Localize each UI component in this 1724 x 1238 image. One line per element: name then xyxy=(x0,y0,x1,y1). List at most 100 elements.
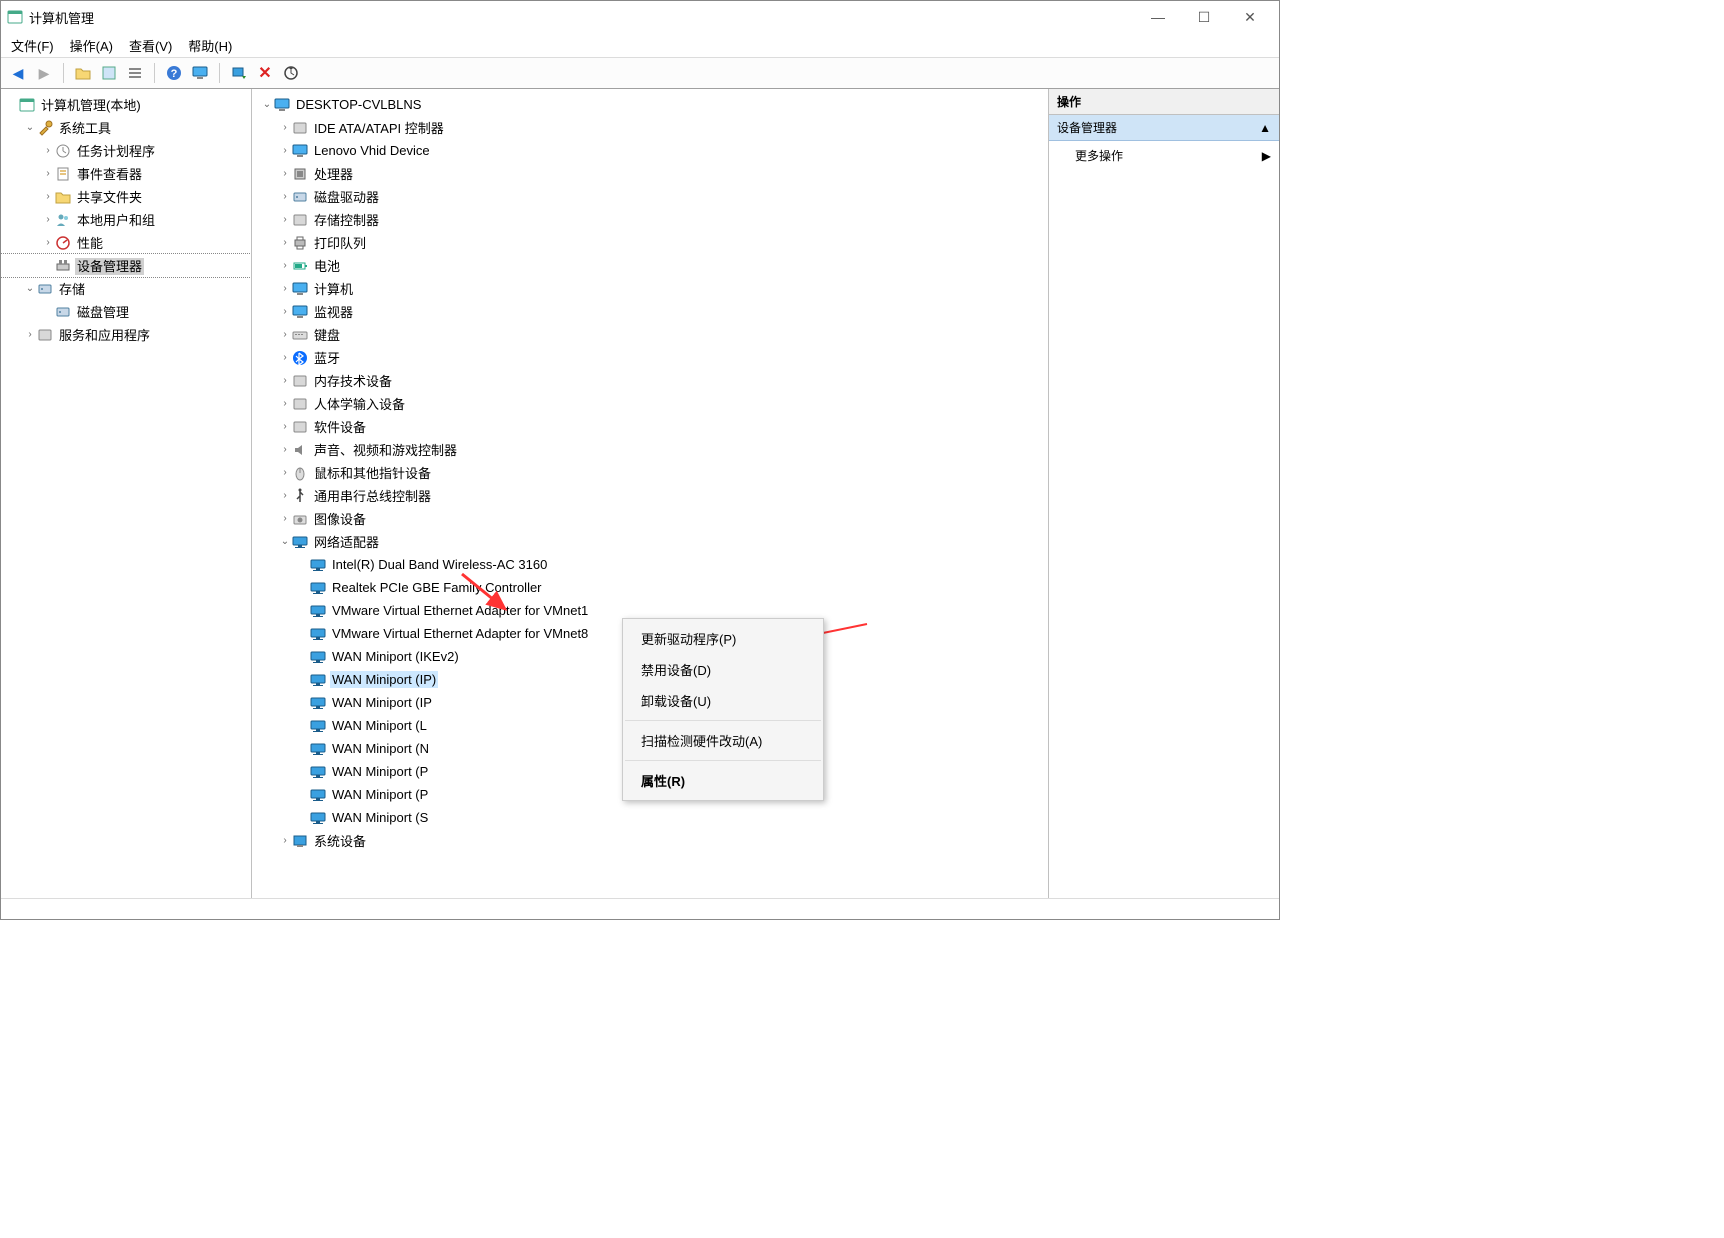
left-tree-pane[interactable]: 计算机管理(本地)⌄系统工具›任务计划程序›事件查看器›共享文件夹›本地用户和组… xyxy=(1,89,252,898)
tree-row[interactable]: WAN Miniport (S xyxy=(252,806,1048,829)
tree-row[interactable]: › 蓝牙 xyxy=(252,346,1048,369)
tree-row[interactable]: ›性能 xyxy=(1,231,251,254)
expander-icon[interactable]: ⌄ xyxy=(23,121,37,135)
menu-view[interactable]: 查看(V) xyxy=(129,36,172,55)
tree-row[interactable]: ⌄DESKTOP-CVLBLNS xyxy=(252,93,1048,116)
ctx-properties[interactable]: 属性(R) xyxy=(623,765,823,796)
tree-row[interactable]: ›共享文件夹 xyxy=(1,185,251,208)
tree-row[interactable]: ›内存技术设备 xyxy=(252,369,1048,392)
expander-icon[interactable]: ⌄ xyxy=(23,282,37,296)
tree-row[interactable]: ›软件设备 xyxy=(252,415,1048,438)
tree-row[interactable]: ›事件查看器 xyxy=(1,162,251,185)
tree-label: 服务和应用程序 xyxy=(57,325,152,344)
more-actions-item[interactable]: 更多操作 ▶ xyxy=(1049,141,1279,170)
tree-row[interactable]: ›存储控制器 xyxy=(252,208,1048,231)
net-icon xyxy=(292,534,308,550)
tree-row[interactable]: ›打印队列 xyxy=(252,231,1048,254)
tree-row[interactable]: › 服务和应用程序 xyxy=(1,323,251,346)
expander-icon[interactable]: › xyxy=(278,512,292,526)
expander-icon[interactable]: › xyxy=(278,351,292,365)
expander-icon[interactable]: › xyxy=(41,190,55,204)
enable-device-icon[interactable] xyxy=(228,62,250,84)
expander-icon[interactable]: ⌄ xyxy=(260,98,274,112)
forward-button[interactable]: ▶ xyxy=(33,62,55,84)
tree-row[interactable]: ⌄系统工具 xyxy=(1,116,251,139)
tree-row[interactable]: ⌄存储 xyxy=(1,277,251,300)
tree-row[interactable]: Intel(R) Dual Band Wireless-AC 3160 xyxy=(252,553,1048,576)
update-driver-icon[interactable] xyxy=(280,62,302,84)
menu-action[interactable]: 操作(A) xyxy=(70,36,113,55)
properties-icon[interactable] xyxy=(98,62,120,84)
ctx-scan-hardware[interactable]: 扫描检测硬件改动(A) xyxy=(623,725,823,756)
event-icon xyxy=(55,166,71,182)
tree-row[interactable]: ›Lenovo Vhid Device xyxy=(252,139,1048,162)
net-icon xyxy=(310,626,326,642)
expander-icon[interactable]: › xyxy=(278,121,292,135)
tree-row[interactable]: › 监视器 xyxy=(252,300,1048,323)
expander-icon[interactable]: › xyxy=(23,328,37,342)
tree-row[interactable]: › 键盘 xyxy=(252,323,1048,346)
menu-file[interactable]: 文件(F) xyxy=(11,36,54,55)
usb-icon xyxy=(292,488,308,504)
tree-label: 蓝牙 xyxy=(312,348,342,367)
expander-icon[interactable]: › xyxy=(278,466,292,480)
expander-icon[interactable]: › xyxy=(278,420,292,434)
expander-icon[interactable]: › xyxy=(278,282,292,296)
minimize-button[interactable]: — xyxy=(1135,2,1181,32)
expander-icon[interactable]: › xyxy=(41,236,55,250)
ctx-update-driver[interactable]: 更新驱动程序(P) xyxy=(623,623,823,654)
maximize-button[interactable]: ☐ xyxy=(1181,2,1227,32)
expander-icon[interactable]: › xyxy=(278,834,292,848)
scan-icon[interactable] xyxy=(189,62,211,84)
actions-section[interactable]: 设备管理器 ▲ xyxy=(1049,115,1279,141)
tree-label: 键盘 xyxy=(312,325,342,344)
expander-icon[interactable]: › xyxy=(41,213,55,227)
expander-icon[interactable]: › xyxy=(278,259,292,273)
list-icon[interactable] xyxy=(124,62,146,84)
tree-row[interactable]: ›任务计划程序 xyxy=(1,139,251,162)
tree-row[interactable]: Realtek PCIe GBE Family Controller xyxy=(252,576,1048,599)
tree-row[interactable]: ›通用串行总线控制器 xyxy=(252,484,1048,507)
disable-device-icon[interactable]: ✕ xyxy=(254,62,276,84)
expander-icon[interactable]: › xyxy=(278,213,292,227)
help-icon[interactable]: ? xyxy=(163,62,185,84)
monitor-icon xyxy=(292,304,308,320)
expander-icon[interactable]: › xyxy=(278,144,292,158)
expander-icon[interactable]: › xyxy=(278,190,292,204)
tree-row[interactable]: ›本地用户和组 xyxy=(1,208,251,231)
tree-row[interactable]: ›电池 xyxy=(252,254,1048,277)
expander-icon[interactable]: › xyxy=(278,374,292,388)
open-icon[interactable] xyxy=(72,62,94,84)
tree-row[interactable]: ›图像设备 xyxy=(252,507,1048,530)
tree-row[interactable]: 计算机管理(本地) xyxy=(1,93,251,116)
expander-icon[interactable]: › xyxy=(278,236,292,250)
tree-row[interactable]: ›磁盘驱动器 xyxy=(252,185,1048,208)
tree-label: 监视器 xyxy=(312,302,355,321)
collapse-icon[interactable]: ▲ xyxy=(1259,121,1271,135)
ctx-uninstall-device[interactable]: 卸载设备(U) xyxy=(623,685,823,716)
expander-icon[interactable]: › xyxy=(278,305,292,319)
expander-icon[interactable]: › xyxy=(278,328,292,342)
tree-row[interactable]: ›系统设备 xyxy=(252,829,1048,852)
ctx-disable-device[interactable]: 禁用设备(D) xyxy=(623,654,823,685)
tree-row[interactable]: ⌄网络适配器 xyxy=(252,530,1048,553)
expander-icon[interactable]: › xyxy=(278,489,292,503)
tree-row[interactable]: ›处理器 xyxy=(252,162,1048,185)
expander-icon[interactable]: › xyxy=(278,397,292,411)
menu-help[interactable]: 帮助(H) xyxy=(188,36,232,55)
tree-row[interactable]: ›人体学输入设备 xyxy=(252,392,1048,415)
close-button[interactable]: ✕ xyxy=(1227,2,1273,32)
expander-icon[interactable]: ⌄ xyxy=(278,535,292,549)
tree-row[interactable]: ›鼠标和其他指针设备 xyxy=(252,461,1048,484)
tree-row[interactable]: ›计算机 xyxy=(252,277,1048,300)
tree-row[interactable]: 磁盘管理 xyxy=(1,300,251,323)
expander-icon[interactable]: › xyxy=(278,443,292,457)
expander-icon[interactable]: › xyxy=(278,167,292,181)
expander-icon[interactable]: › xyxy=(41,144,55,158)
tree-row[interactable]: ›IDE ATA/ATAPI 控制器 xyxy=(252,116,1048,139)
tree-row[interactable]: 设备管理器 xyxy=(1,254,251,277)
back-button[interactable]: ◀ xyxy=(7,62,29,84)
expander-icon[interactable]: › xyxy=(41,167,55,181)
device-tree-pane[interactable]: ⌄DESKTOP-CVLBLNS›IDE ATA/ATAPI 控制器›Lenov… xyxy=(252,89,1049,898)
tree-row[interactable]: ›声音、视频和游戏控制器 xyxy=(252,438,1048,461)
